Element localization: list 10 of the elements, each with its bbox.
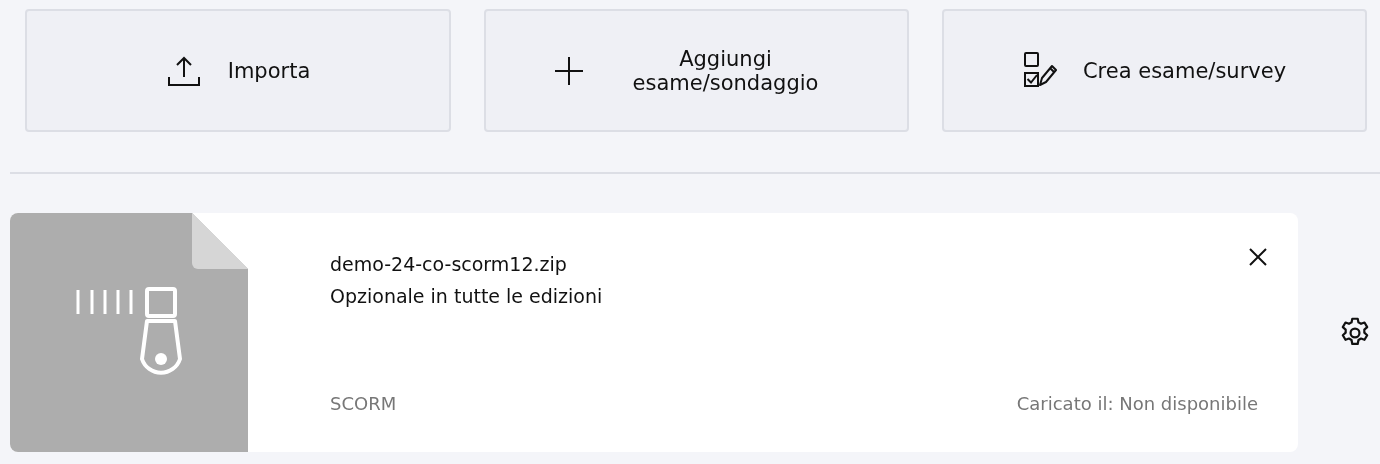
action-button[interactable]: Importa [25, 9, 451, 132]
availability-text: Opzionale in tutte le edizioni [330, 285, 603, 307]
file-name: demo-24-co-scorm12.zip [330, 253, 568, 275]
plus-icon [552, 54, 585, 87]
action-button[interactable]: Aggiungi esame/sondaggio [484, 9, 909, 132]
file-type: SCORM [330, 393, 397, 414]
upload-date: Caricato il: Non disponibile [1016, 393, 1258, 414]
close-button[interactable] [1248, 247, 1268, 267]
close-icon [1248, 247, 1268, 267]
action-button[interactable]: Crea esame/survey [942, 9, 1367, 132]
